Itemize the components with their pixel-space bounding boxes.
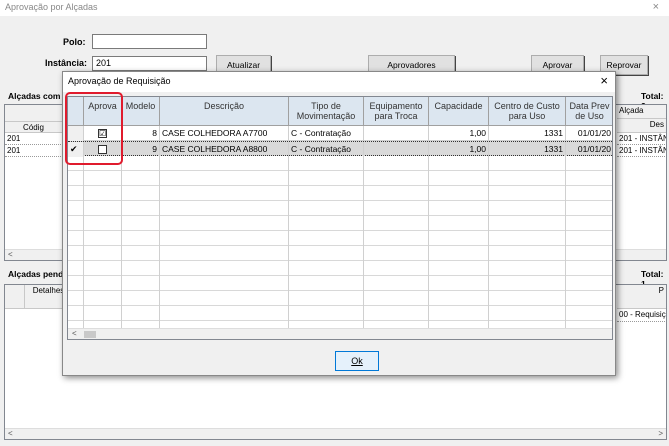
descricao-cell: CASE COLHEDORA A7700: [160, 126, 289, 141]
dialog-title: Aprovação de Requisição: [63, 72, 615, 92]
modelo-cell: 8: [122, 126, 160, 141]
requisition-grid: Aprova Modelo Descrição Tipo de Movimenta…: [67, 96, 613, 340]
polo-field[interactable]: [92, 34, 207, 49]
empty-rows: [68, 156, 612, 328]
equip-cell: [364, 126, 429, 141]
scroll-thumb[interactable]: [84, 331, 96, 338]
table-row-selected[interactable]: ✔ 9 CASE COLHEDORA A8800 C - Contratação…: [68, 141, 612, 157]
left-arrow-icon[interactable]: <: [8, 429, 13, 438]
table-cell[interactable]: 00 - Requisição: [617, 309, 666, 322]
modelo-cell: 9: [122, 142, 160, 157]
lower-hscrollbar[interactable]: < >: [5, 428, 666, 439]
col-p: P: [617, 285, 666, 309]
col-modelo: Modelo: [122, 97, 160, 126]
polo-label: Polo:: [63, 37, 86, 47]
table-row[interactable]: ☑ 8 CASE COLHEDORA A7700 C - Contratação…: [68, 126, 612, 141]
tipo-cell: C - Contratação: [289, 126, 364, 141]
tipo-cell: C - Contratação: [289, 142, 364, 157]
left-arrow-icon[interactable]: <: [72, 329, 77, 338]
right-arrow-icon[interactable]: >: [658, 429, 663, 438]
data-cell: 01/01/20: [566, 142, 612, 157]
window-title: Aprovação por Alçadas: [0, 0, 669, 16]
col-alcada: Alçada: [617, 105, 666, 119]
left-arrow-icon[interactable]: <: [8, 250, 13, 259]
descricao-cell: CASE COLHEDORA A8800: [160, 142, 289, 157]
centro-cell: 1331: [489, 126, 566, 141]
col-capacidade: Capacidade: [429, 97, 489, 126]
col-descricao: Descrição: [160, 97, 289, 126]
capacidade-cell: 1,00: [429, 142, 489, 157]
col-des: Des: [617, 119, 666, 133]
close-icon[interactable]: ×: [653, 1, 659, 13]
approval-dialog: Aprovação de Requisição × Aprova Modelo …: [62, 71, 616, 376]
close-icon[interactable]: ×: [600, 73, 608, 88]
instancia-field[interactable]: 201: [92, 56, 207, 71]
capacidade-cell: 1,00: [429, 126, 489, 141]
col-codigo: Códig: [5, 122, 63, 133]
data-cell: 01/01/20: [566, 126, 612, 141]
dialog-hscrollbar[interactable]: <: [68, 328, 612, 339]
col-data-prev: Data Prev de Uso: [566, 97, 612, 126]
table-cell[interactable]: 201 - INSTÂN: [617, 145, 666, 157]
table-cell[interactable]: 201 - INSTÂN: [617, 133, 666, 145]
lower-section-label: Alçadas pend: [8, 269, 64, 279]
instancia-label: Instância:: [45, 58, 88, 68]
equip-cell: [364, 142, 429, 157]
col-tipo-movimentacao: Tipo de Movimentação: [289, 97, 364, 126]
col-equipamento: Equipamento para Troca: [364, 97, 429, 126]
col-centro-custo: Centro de Custo para Uso: [489, 97, 566, 126]
upper-section-label: Alçadas com: [8, 91, 61, 101]
highlight-box: [65, 92, 123, 165]
table-cell[interactable]: 201: [5, 133, 63, 145]
ok-button[interactable]: Ok: [335, 351, 379, 371]
centro-cell: 1331: [489, 142, 566, 157]
table-cell[interactable]: 201: [5, 145, 63, 157]
